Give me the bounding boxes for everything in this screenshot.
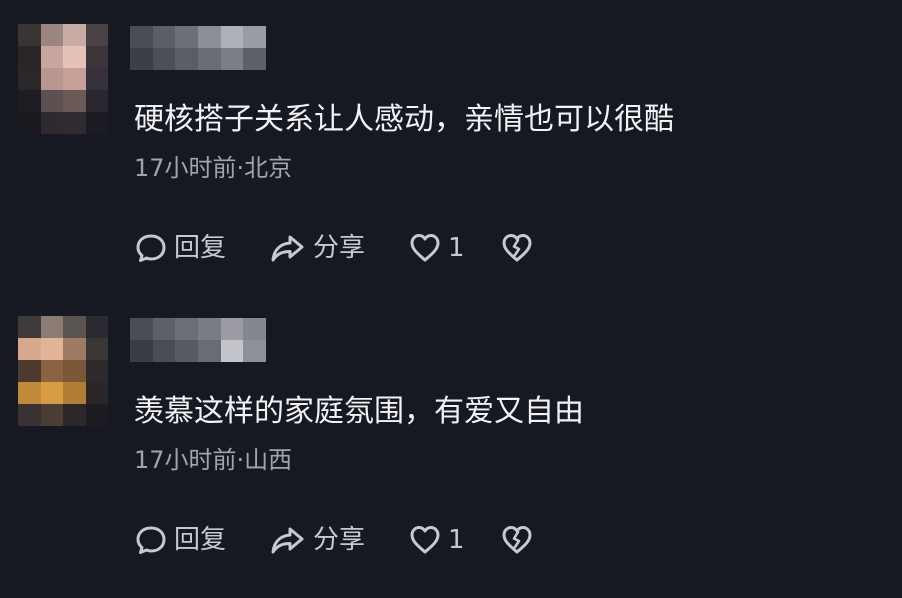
avatar[interactable] [18, 24, 108, 134]
username-mosaic-cell [220, 26, 244, 48]
username-mosaic-cell [220, 48, 244, 70]
avatar-mosaic-cell [63, 68, 86, 90]
avatar-mosaic-cell [85, 404, 108, 426]
dislike-button[interactable] [500, 518, 534, 562]
avatar-mosaic-cell [18, 68, 41, 90]
username-mosaic-cell [130, 340, 153, 362]
comment-item: 羡慕这样的家庭氛围，有爱又自由 17小时前·山西 回复 分享 1 [0, 292, 902, 584]
avatar-mosaic-cell [18, 90, 41, 112]
comment-text: 羡慕这样的家庭氛围，有爱又自由 [134, 394, 584, 429]
avatar-mosaic-cell [18, 46, 41, 68]
username-mosaic-cell [152, 340, 176, 362]
avatar-mosaic-cell [63, 46, 86, 68]
avatar-mosaic-cell [63, 24, 86, 46]
heart-icon [408, 231, 442, 265]
like-count: 1 [448, 233, 465, 263]
username-mosaic-cell [197, 26, 221, 48]
avatar-mosaic-cell [85, 382, 108, 404]
avatar-mosaic-cell [85, 46, 108, 68]
broken-heart-icon [500, 523, 534, 557]
share-arrow-icon [269, 523, 307, 557]
chat-bubble-icon [134, 231, 168, 265]
username-mosaic-cell [243, 48, 266, 70]
username-mosaic-cell [130, 26, 153, 48]
like-button[interactable]: 1 [408, 226, 465, 270]
username-mosaic-cell [175, 26, 198, 48]
avatar-mosaic-cell [40, 46, 63, 68]
username-mosaic-cell [175, 318, 198, 340]
share-arrow-icon [269, 231, 307, 265]
like-button[interactable]: 1 [408, 518, 465, 562]
avatar-mosaic-cell [40, 360, 63, 382]
comment-meta: 17小时前·山西 [134, 446, 293, 474]
username-mosaic-cell [130, 48, 153, 70]
avatar-mosaic-cell [40, 90, 63, 112]
avatar-mosaic-cell [63, 338, 86, 360]
avatar-mosaic-cell [40, 338, 63, 360]
reply-label: 回复 [174, 233, 227, 263]
avatar-mosaic-cell [40, 316, 63, 338]
avatar-mosaic-cell [63, 316, 86, 338]
comment-actions: 回复 分享 1 [134, 226, 554, 270]
username-mosaic-cell [152, 26, 176, 48]
username-mosaic-cell [197, 48, 221, 70]
avatar-mosaic-cell [63, 404, 86, 426]
avatar-mosaic-cell [85, 112, 108, 134]
share-label: 分享 [313, 233, 366, 263]
share-button[interactable]: 分享 [269, 226, 365, 270]
comment-text: 硬核搭子关系让人感动，亲情也可以很酷 [134, 102, 674, 137]
username-mosaic-cell [243, 318, 266, 340]
avatar-mosaic-cell [18, 24, 41, 46]
avatar-mosaic-cell [63, 112, 86, 134]
username-mosaic-cell [220, 318, 244, 340]
avatar-mosaic-cell [18, 360, 41, 382]
username-blurred[interactable] [130, 318, 266, 362]
reply-label: 回复 [174, 525, 227, 555]
avatar-mosaic-cell [85, 316, 108, 338]
avatar-mosaic-cell [40, 24, 63, 46]
avatar-mosaic-cell [63, 90, 86, 112]
avatar-mosaic-cell [85, 338, 108, 360]
reply-button[interactable]: 回复 [134, 226, 226, 270]
username-mosaic-cell [243, 340, 266, 362]
avatar-mosaic-cell [18, 382, 41, 404]
username-mosaic-cell [243, 26, 266, 48]
avatar-mosaic-cell [18, 404, 41, 426]
avatar-mosaic-cell [85, 360, 108, 382]
username-mosaic-cell [197, 318, 221, 340]
avatar-mosaic-cell [18, 112, 41, 134]
dislike-button[interactable] [500, 226, 534, 270]
username-mosaic-cell [152, 318, 176, 340]
share-label: 分享 [313, 525, 366, 555]
avatar-mosaic-cell [85, 68, 108, 90]
avatar-mosaic-cell [85, 24, 108, 46]
avatar-mosaic-cell [63, 382, 86, 404]
comment-actions: 回复 分享 1 [134, 518, 554, 562]
broken-heart-icon [500, 231, 534, 265]
comment-item: 硬核搭子关系让人感动，亲情也可以很酷 17小时前·北京 回复 分享 1 [0, 0, 902, 292]
avatar-mosaic-cell [40, 68, 63, 90]
avatar-mosaic-cell [18, 316, 41, 338]
avatar-mosaic-cell [85, 90, 108, 112]
reply-button[interactable]: 回复 [134, 518, 226, 562]
avatar-mosaic-cell [18, 338, 41, 360]
username-mosaic-cell [175, 48, 198, 70]
username-mosaic-cell [197, 340, 221, 362]
username-mosaic-cell [175, 340, 198, 362]
share-button[interactable]: 分享 [269, 518, 365, 562]
username-mosaic-cell [220, 340, 244, 362]
like-count: 1 [448, 525, 465, 555]
username-blurred[interactable] [130, 26, 266, 70]
username-mosaic-cell [130, 318, 153, 340]
avatar-mosaic-cell [40, 404, 63, 426]
comment-meta: 17小时前·北京 [134, 154, 293, 182]
chat-bubble-icon [134, 523, 168, 557]
avatar-mosaic-cell [40, 112, 63, 134]
avatar-mosaic-cell [63, 360, 86, 382]
avatar[interactable] [18, 316, 108, 426]
heart-icon [408, 523, 442, 557]
avatar-mosaic-cell [40, 382, 63, 404]
username-mosaic-cell [152, 48, 176, 70]
